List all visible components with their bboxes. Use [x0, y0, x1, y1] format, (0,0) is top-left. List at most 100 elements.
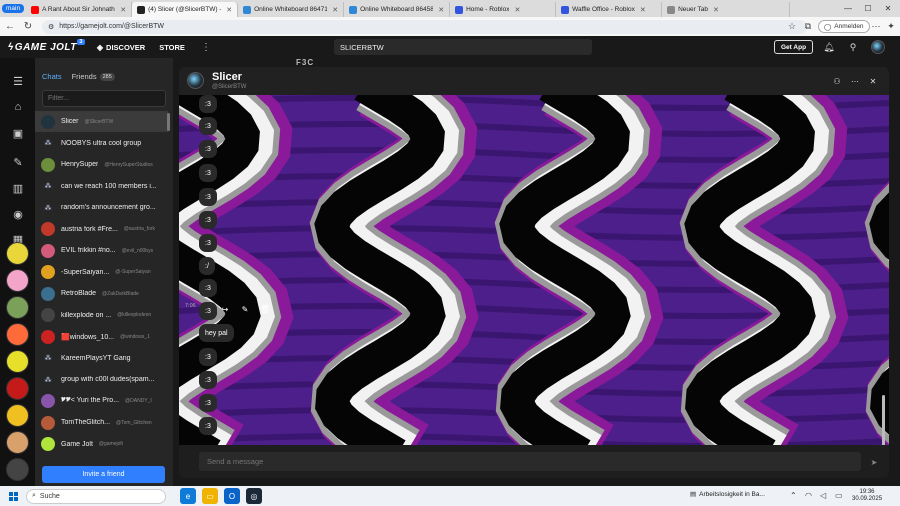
minimize-icon[interactable]: — [838, 0, 858, 17]
tab-friends[interactable]: Friends 285 [72, 72, 115, 81]
message-bubble[interactable]: :/ [199, 257, 215, 275]
reply-icon[interactable]: ↪ [217, 302, 233, 316]
add-friend-icon[interactable]: ⚇ [831, 75, 843, 87]
community-avatar-3[interactable] [6, 296, 29, 319]
chat-partner-avatar[interactable] [187, 72, 204, 89]
more-menu-icon[interactable]: ⋮ [201, 42, 211, 53]
message-bubble[interactable]: :3 [199, 140, 217, 158]
chat-list-item[interactable]: Game Jolt @gamejolt [35, 434, 168, 455]
news-notification[interactable]: ▤ Arbeitslosigkeit in Ba... [690, 490, 765, 499]
message-bubble[interactable]: :3 [199, 95, 217, 113]
discover-link[interactable]: ◈ DISCOVER [97, 43, 145, 52]
tab-close-icon[interactable]: ✕ [438, 6, 444, 14]
tab-close-icon[interactable]: ✕ [332, 6, 338, 14]
maximize-icon[interactable]: ☐ [858, 0, 878, 17]
quests-icon[interactable]: ✎ [9, 153, 27, 171]
browser-tab[interactable]: (4) Slicer (@SlicerBTW) - Game ✕ [132, 2, 239, 17]
message-bubble[interactable]: :3 [199, 348, 217, 366]
steam-app-icon[interactable]: ◎ [246, 488, 262, 504]
community-avatar-6[interactable] [6, 377, 29, 400]
invite-friend-button[interactable]: Invite a friend [42, 466, 165, 483]
chat-list-item[interactable]: austria fork #Fre... @austria_fork [35, 219, 168, 240]
browser-menu-icon[interactable]: ⋯ [870, 20, 882, 32]
chat-list-item[interactable]: -SuperSaiyan... @-SuperSaiyan [35, 262, 168, 283]
browser-tab[interactable]: Online Whiteboard 8645834 ✕ [344, 2, 451, 17]
community-avatar-8[interactable] [6, 431, 29, 454]
chat-partner-name[interactable]: Slicer [212, 71, 242, 83]
message-bubble[interactable]: :3 [199, 234, 217, 252]
message-bubble[interactable]: hey pal [199, 324, 234, 342]
chat-list-item[interactable]: ⁂ random's announcement gro... [35, 197, 168, 218]
user-avatar[interactable] [871, 40, 885, 54]
taskbar-clock[interactable]: 19:36 30.09.2025 [852, 489, 882, 503]
chat-list-item[interactable]: RetroBlade @ZakDarkBlade [35, 283, 168, 304]
extensions-icon[interactable]: ⧉ [802, 20, 814, 32]
trash-icon[interactable]: 🗑︎ [257, 302, 273, 316]
chat-list-item[interactable]: ⁂ KareemPlaysYT Gang [35, 348, 168, 369]
close-window-icon[interactable]: ✕ [878, 0, 898, 17]
chat-list-item[interactable]: 🎔🎔< Yuri the Pro... @DANDY_I [35, 391, 168, 412]
tab-close-icon[interactable]: ✕ [514, 6, 520, 14]
outlook-app-icon[interactable]: O [224, 488, 240, 504]
tab-close-icon[interactable]: ✕ [713, 6, 719, 14]
gamejolt-logo[interactable]: ϟGAME JOLT 3 [8, 38, 85, 53]
message-bubble[interactable]: :3 [199, 371, 217, 389]
chat-list-item[interactable]: Slicer @SlicerBTW [35, 111, 168, 132]
chat-options-icon[interactable]: ⋯ [849, 75, 861, 87]
reload-icon[interactable]: ↻ [20, 19, 36, 35]
library-icon[interactable] [9, 206, 27, 224]
chat-list-item[interactable]: EVIL frikkin #no... @evil_n00bys [35, 240, 168, 261]
chat-list-item[interactable]: 🟥windows_10... @windows_1 [35, 326, 168, 347]
gamejolt-search-input[interactable]: SLICERBTW [334, 39, 592, 55]
browser-tab[interactable]: Online Whiteboard 8647151 ✕ [238, 2, 345, 17]
message-input[interactable] [199, 452, 861, 471]
edit-pencil-icon[interactable]: ✎ [237, 302, 253, 316]
chat-list-item[interactable]: ⁂ NOOBYS ultra cool group [35, 133, 168, 154]
copilot-icon[interactable]: ✦ [885, 20, 897, 32]
site-info-icon[interactable]: ⚙ [48, 23, 54, 31]
sign-in-button[interactable]: ◯ Anmelden [818, 20, 870, 33]
community-avatar-7[interactable] [6, 404, 29, 427]
shop-icon[interactable]: ▥ [9, 179, 27, 197]
message-bubble[interactable]: :3 [199, 164, 217, 182]
community-avatar-4[interactable] [6, 323, 29, 346]
message-bubble[interactable]: :3 [199, 302, 217, 320]
favorite-star-icon[interactable]: ☆ [786, 20, 798, 32]
store-link[interactable]: STORE [159, 43, 185, 52]
community-avatar-2[interactable] [6, 269, 29, 292]
browser-tab[interactable]: Waffle Office - Roblox ✕ [556, 2, 663, 17]
edge-app-icon[interactable]: e [180, 488, 196, 504]
close-chat-icon[interactable]: ✕ [867, 75, 879, 87]
browser-tab[interactable]: A Rant About Sir Johnatha ✕ [26, 2, 133, 17]
tab-close-icon[interactable]: ✕ [640, 6, 646, 14]
tab-close-icon[interactable]: ✕ [120, 6, 126, 14]
url-field[interactable]: ⚙ https://gamejolt.com/@SlicerBTW [42, 19, 807, 34]
volume-icon[interactable]: ◁ [820, 491, 826, 500]
tab-close-icon[interactable]: ✕ [226, 6, 232, 14]
activity-icon[interactable]: ⚲ [847, 41, 859, 53]
sidebar-scrollbar[interactable] [167, 113, 170, 131]
back-icon[interactable]: ← [2, 19, 18, 35]
message-bubble[interactable]: :3 [199, 279, 217, 297]
browser-tab[interactable]: Neuer Tab ✕ [662, 2, 791, 17]
start-button[interactable] [4, 487, 22, 505]
chat-list-item[interactable]: HenrySuper @HenrySuperStudios [35, 154, 168, 175]
tab-group-label[interactable]: main [2, 4, 25, 13]
message-bubble[interactable]: :3 [199, 188, 217, 206]
message-bubble[interactable]: :3 [199, 211, 217, 229]
tab-chats[interactable]: Chats [42, 72, 62, 81]
chat-list-item[interactable]: ⁂ can we reach 100 members i... [35, 176, 168, 197]
tray-chevron-icon[interactable]: ⌃ [790, 491, 797, 500]
taskbar-search[interactable]: ⌕ Suche [26, 488, 166, 504]
get-app-button[interactable]: Get App [774, 40, 814, 54]
store-icon[interactable]: ⌂ [9, 98, 27, 116]
chat-scrollbar[interactable] [882, 395, 885, 445]
backpack-icon[interactable]: ▣ [9, 124, 27, 142]
community-avatar-9[interactable] [6, 458, 29, 481]
community-avatar-5[interactable] [6, 350, 29, 373]
browser-tab[interactable]: Home - Roblox ✕ [450, 2, 557, 17]
chat-list-item[interactable]: ⁂ group with c00l dudes(spam... [35, 369, 168, 390]
chat-filter-input[interactable] [42, 90, 166, 107]
message-bubble[interactable]: :3 [199, 117, 217, 135]
wifi-icon[interactable]: ◠ [805, 491, 812, 500]
